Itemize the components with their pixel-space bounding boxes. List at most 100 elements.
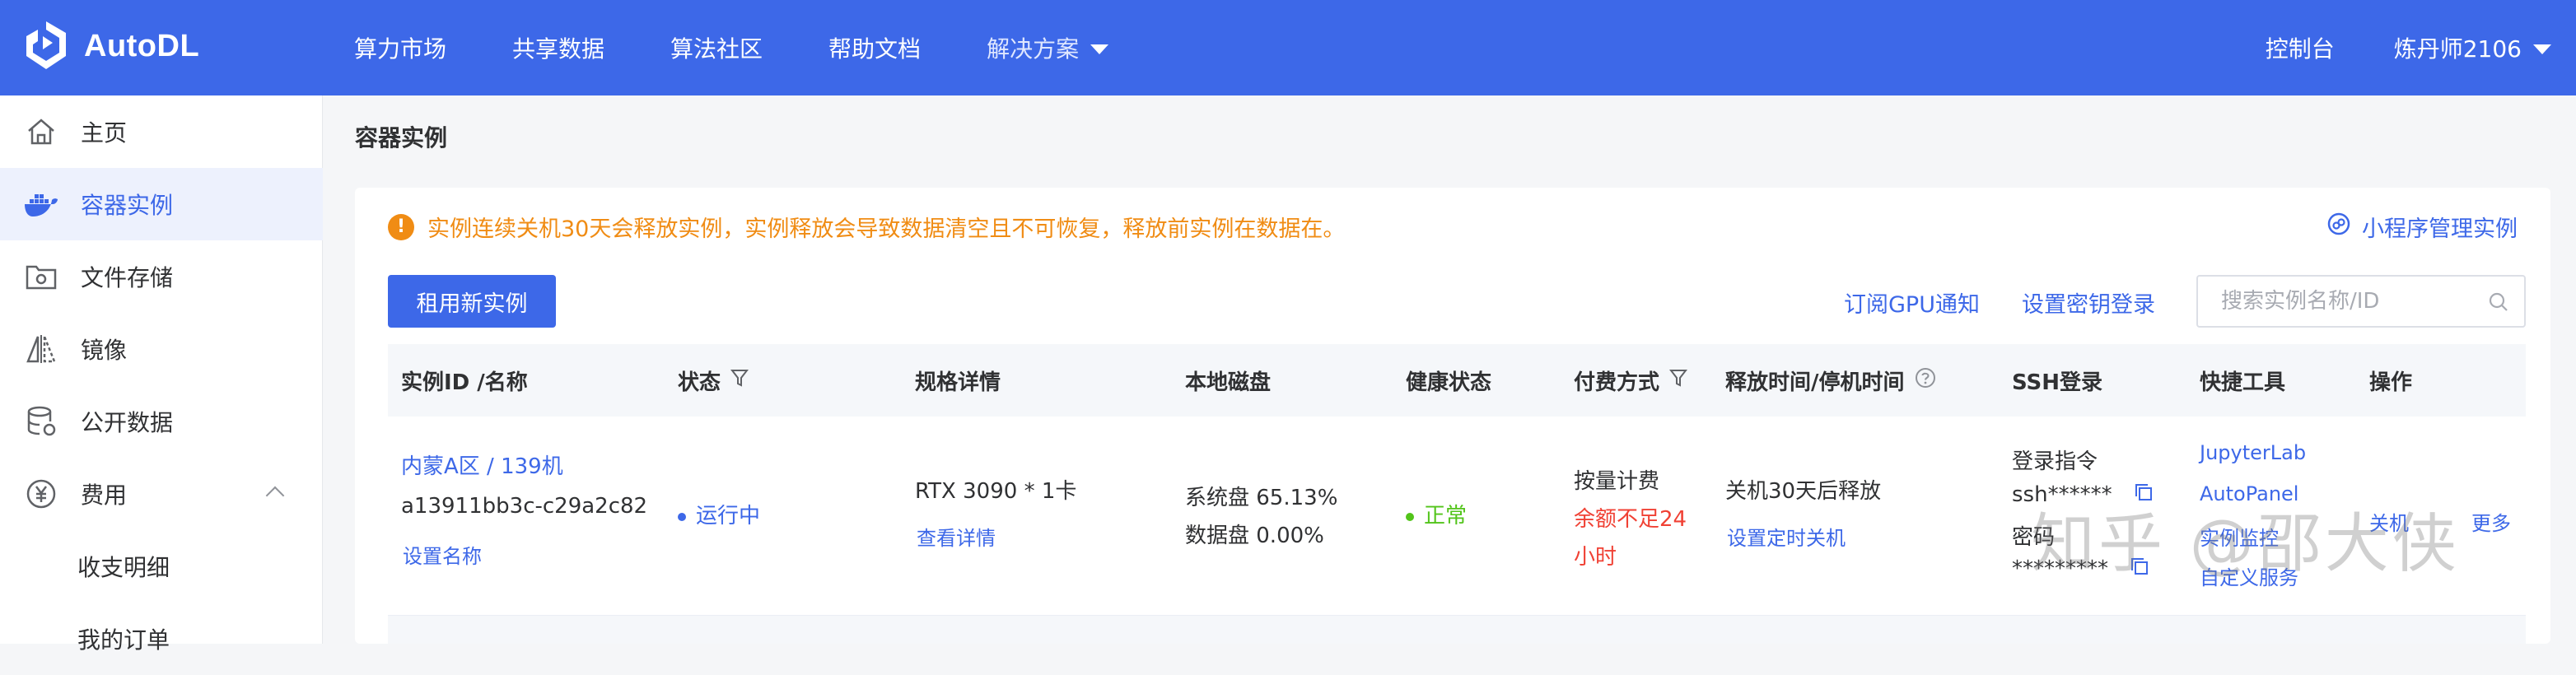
sidebar-item-billing-detail[interactable]: 收支明细: [0, 530, 323, 603]
col-id-label: 实例ID /名称: [401, 370, 528, 395]
sidebar-item-label: 容器实例: [81, 192, 174, 219]
search-input[interactable]: [2198, 289, 2478, 314]
instance-id: a13911bb3c-c29a2c82: [401, 494, 648, 519]
sidebar-item-images[interactable]: 镜像: [0, 313, 323, 385]
col-actions-label: 操作: [2369, 370, 2413, 395]
user-menu[interactable]: 炼丹师2106: [2394, 31, 2551, 64]
health-dot: [1406, 512, 1414, 521]
health-label: 正常: [1424, 504, 1468, 528]
balance-warning: 余额不足24: [1574, 507, 1687, 532]
col-spec-label: 规格详情: [915, 370, 1001, 395]
sidebar-item-label: 公开数据: [81, 409, 174, 436]
release-warning: ! 实例连续关机30天会释放实例，实例释放会导致数据清空且不可恢复，释放前实例在…: [388, 211, 1345, 243]
new-instance-button[interactable]: 租用新实例: [388, 275, 556, 328]
nav-item-community[interactable]: 算法社区: [670, 31, 763, 64]
warning-icon: !: [388, 213, 414, 240]
ssh-command-label: 登录指令: [2012, 449, 2098, 474]
col-release-label: 释放时间/停机时间: [1725, 370, 1905, 395]
brand-name: AutoDL: [84, 28, 200, 63]
top-right-area: 控制台 炼丹师2106: [2266, 0, 2551, 95]
sidebar-item-label: 收支明细: [77, 554, 170, 581]
release-warning-text: 实例连续关机30天会释放实例，实例释放会导致数据清空且不可恢复，释放前实例在数据…: [427, 216, 1346, 242]
col-disk: 本地磁盘: [1185, 344, 1271, 417]
chevron-down-icon: [2533, 44, 2551, 54]
gpu-notify-link[interactable]: 订阅GPU通知: [1844, 286, 1980, 319]
table-row: [388, 616, 2526, 644]
col-ssh-label: SSH登录: [2012, 370, 2103, 395]
table-header: 实例ID /名称 状态 规格详情 本地磁盘 健康状态 付费方式 释放时间/停机时…: [388, 344, 2526, 417]
gpu-spec: RTX 3090 * 1卡: [915, 479, 1077, 504]
col-ssh: SSH登录: [2012, 344, 2102, 417]
autodl-logo-icon: [26, 21, 66, 69]
col-health: 健康状态: [1406, 344, 1491, 417]
more-actions-button[interactable]: 更多: [2471, 507, 2511, 536]
main-nav: 算力市场 共享数据 算法社区 帮助文档 解决方案: [354, 0, 1174, 95]
nav-item-shared-data[interactable]: 共享数据: [512, 31, 604, 64]
nav-item-docs[interactable]: 帮助文档: [828, 31, 921, 64]
col-id: 实例ID /名称: [401, 344, 528, 417]
database-icon: [23, 403, 59, 440]
yuan-icon: [23, 476, 59, 512]
logo[interactable]: AutoDL: [23, 20, 199, 72]
tool-jupyterlab-link[interactable]: JupyterLab: [2200, 441, 2306, 464]
mirror-icon: [23, 331, 59, 367]
col-status: 状态: [678, 344, 749, 417]
col-spec: 规格详情: [915, 344, 1001, 417]
col-status-label: 状态: [678, 370, 721, 395]
home-icon: [23, 114, 59, 150]
sidebar: 主页 容器实例 文件存储 镜像 公开数据 费用 收支明细 我的订单: [0, 95, 323, 654]
nav-item-market[interactable]: 算力市场: [354, 31, 446, 64]
nav-solutions-label: 解决方案: [987, 35, 1080, 63]
status-label: 运行中: [696, 504, 761, 528]
search-box: [2196, 275, 2526, 328]
col-disk-label: 本地磁盘: [1185, 370, 1272, 395]
billing-mode: 按量计费: [1574, 469, 1660, 494]
console-link[interactable]: 控制台: [2266, 31, 2335, 64]
col-release: 释放时间/停机时间: [1725, 344, 1936, 417]
col-health-label: 健康状态: [1406, 370, 1492, 395]
sidebar-item-public-data[interactable]: 公开数据: [0, 385, 323, 458]
col-tools-label: 快捷工具: [2200, 370, 2286, 395]
username: 炼丹师2106: [2393, 35, 2522, 63]
instance-region-link[interactable]: 内蒙A区 / 139机: [401, 449, 563, 480]
status-running: 运行中: [678, 499, 760, 529]
search-icon[interactable]: [2488, 291, 2509, 316]
watermark: 知乎 @邵大侠: [2031, 507, 2460, 581]
sidebar-item-containers[interactable]: 容器实例: [0, 168, 323, 240]
key-login-link[interactable]: 设置密钥登录: [2022, 286, 2155, 319]
sidebar-item-label: 费用: [81, 482, 128, 509]
help-icon[interactable]: [1915, 367, 1936, 394]
sidebar-item-home[interactable]: 主页: [0, 95, 323, 168]
set-shutdown-link[interactable]: 设置定时关机: [1727, 522, 1846, 551]
sidebar-item-label: 主页: [81, 119, 128, 147]
data-disk-usage: 数据盘 0.00%: [1185, 524, 1324, 548]
release-time: 关机30天后释放: [1725, 479, 1882, 504]
page-title: 容器实例: [355, 124, 448, 151]
set-name-link[interactable]: 设置名称: [403, 540, 482, 569]
col-actions: 操作: [2369, 344, 2412, 417]
mini-program-icon: [2327, 212, 2350, 241]
top-navigation-bar: AutoDL 算力市场 共享数据 算法社区 帮助文档 解决方案 控制台 炼丹师2…: [0, 0, 2576, 95]
mini-program-label: 小程序管理实例: [2362, 216, 2518, 242]
view-detail-link[interactable]: 查看详情: [917, 522, 996, 551]
sidebar-item-label: 文件存储: [81, 264, 174, 291]
sidebar-item-billing[interactable]: 费用: [0, 458, 323, 530]
sidebar-item-label: 我的订单: [77, 626, 170, 654]
sidebar-item-storage[interactable]: 文件存储: [0, 240, 323, 313]
status-dot: [678, 512, 686, 521]
chevron-down-icon: [1090, 44, 1109, 54]
sidebar-item-label: 镜像: [81, 337, 128, 364]
chevron-up-icon: [265, 486, 285, 505]
balance-warning-unit: 小时: [1574, 545, 1617, 570]
filter-icon[interactable]: [730, 368, 749, 393]
col-billing: 付费方式: [1574, 344, 1688, 417]
sidebar-item-orders[interactable]: 我的订单: [0, 603, 323, 675]
nav-item-solutions[interactable]: 解决方案: [987, 31, 1109, 64]
col-tools: 快捷工具: [2200, 344, 2285, 417]
filter-icon[interactable]: [1668, 368, 1688, 393]
mini-program-link[interactable]: 小程序管理实例: [2327, 211, 2518, 243]
col-billing-label: 付费方式: [1574, 370, 1660, 395]
system-disk-usage: 系统盘 65.13%: [1185, 486, 1338, 510]
docker-icon: [23, 186, 59, 222]
storage-icon: [23, 258, 59, 295]
